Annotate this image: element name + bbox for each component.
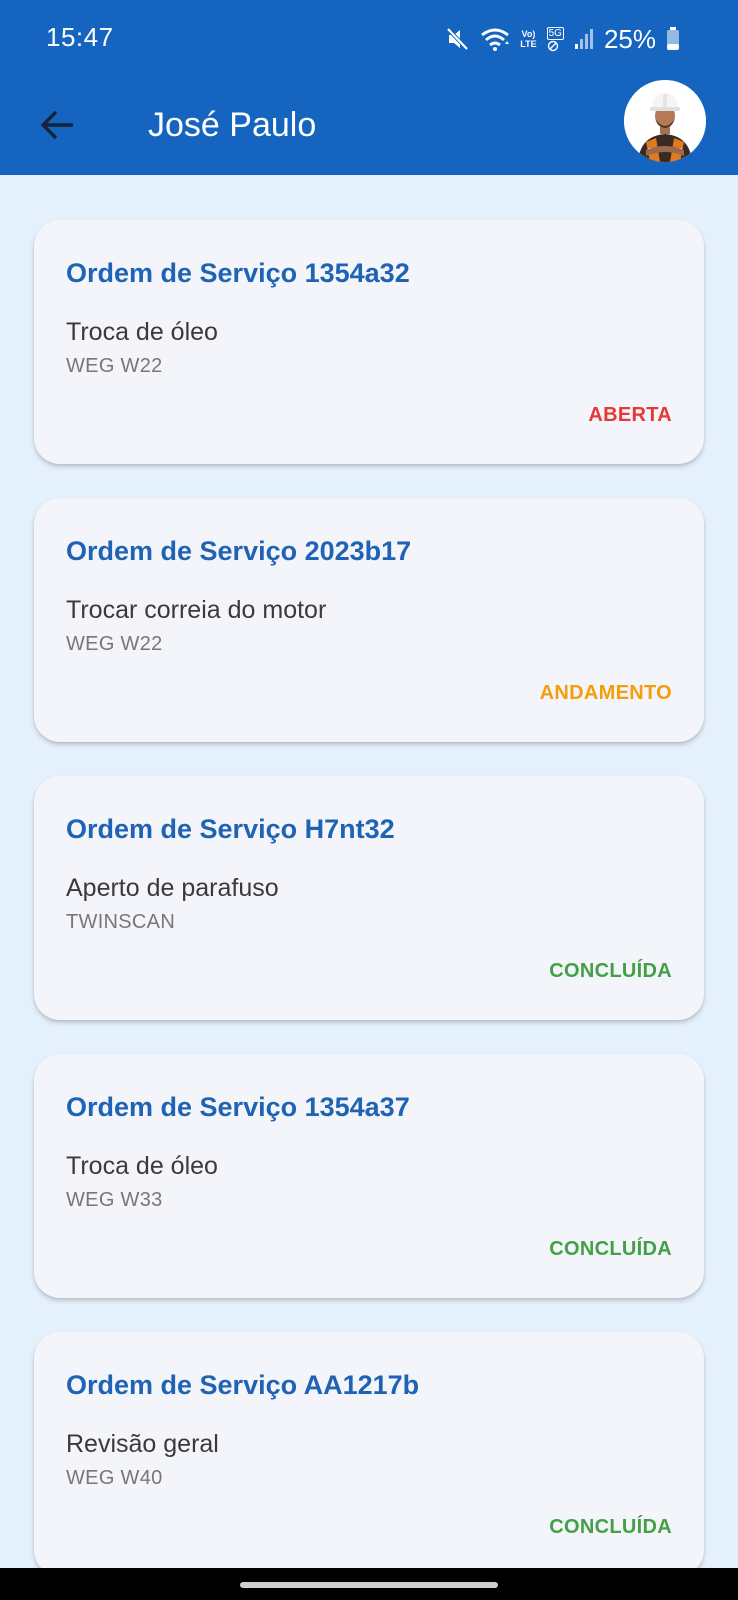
battery-icon xyxy=(666,27,680,51)
order-title: Ordem de Serviço H7nt32 xyxy=(66,814,395,844)
status-badge: ABERTA xyxy=(588,404,672,426)
service-order-card[interactable]: Ordem de Serviço H7nt32 Aperto de parafu… xyxy=(34,776,704,1020)
signal-icon xyxy=(574,28,594,50)
order-description: Aperto de parafuso xyxy=(66,874,279,902)
order-title: Ordem de Serviço 2023b17 xyxy=(66,536,412,566)
battery-percent: 25% xyxy=(603,23,656,54)
order-equipment: WEG W40 xyxy=(66,1467,163,1489)
system-nav-bar xyxy=(0,1568,738,1600)
avatar[interactable] xyxy=(624,80,706,162)
back-button[interactable] xyxy=(30,98,84,152)
5g-icon: 5G xyxy=(546,26,564,52)
status-bar: 15:47 Vo) LTE 5G 25% xyxy=(0,0,738,80)
order-equipment: TWINSCAN xyxy=(66,911,176,933)
volte-label: Vo) xyxy=(521,29,536,39)
order-title: Ordem de Serviço AA1217b xyxy=(66,1370,420,1400)
volte-icon: Vo) LTE xyxy=(520,29,536,49)
wifi-icon xyxy=(480,26,510,52)
screen: 15:47 Vo) LTE 5G 25% José Paulo Ordem de… xyxy=(0,0,738,1600)
service-order-card[interactable]: Ordem de Serviço 1354a32 Troca de óleo W… xyxy=(34,220,704,464)
status-badge: CONCLUÍDA xyxy=(549,1516,672,1538)
order-description: Troca de óleo xyxy=(66,318,218,346)
order-equipment: WEG W33 xyxy=(66,1189,163,1211)
app-bar: José Paulo xyxy=(0,80,738,175)
order-equipment: WEG W22 xyxy=(66,633,163,655)
worker-avatar-icon xyxy=(624,80,706,162)
arrow-back-icon xyxy=(40,110,73,140)
order-equipment: WEG W22 xyxy=(66,355,163,377)
home-indicator[interactable] xyxy=(240,1582,498,1588)
service-order-card[interactable]: Ordem de Serviço AA1217b Revisão geral W… xyxy=(34,1332,704,1576)
order-title: Ordem de Serviço 1354a32 xyxy=(66,258,410,288)
status-icons: Vo) LTE 5G 25% xyxy=(446,22,680,56)
lte-label: LTE xyxy=(520,39,537,49)
service-order-card[interactable]: Ordem de Serviço 1354a37 Troca de óleo W… xyxy=(34,1054,704,1298)
status-badge: CONCLUÍDA xyxy=(549,960,672,982)
status-badge: CONCLUÍDA xyxy=(549,1238,672,1260)
order-description: Revisão geral xyxy=(66,1430,219,1458)
page-title: José Paulo xyxy=(148,106,317,144)
order-title: Ordem de Serviço 1354a37 xyxy=(66,1092,410,1122)
mute-icon xyxy=(446,26,470,52)
5g-label: 5G xyxy=(546,26,564,40)
status-badge: ANDAMENTO xyxy=(539,682,672,704)
order-description: Troca de óleo xyxy=(66,1152,218,1180)
service-order-card[interactable]: Ordem de Serviço 2023b17 Trocar correia … xyxy=(34,498,704,742)
status-time: 15:47 xyxy=(46,22,114,52)
order-description: Trocar correia do motor xyxy=(66,596,327,624)
